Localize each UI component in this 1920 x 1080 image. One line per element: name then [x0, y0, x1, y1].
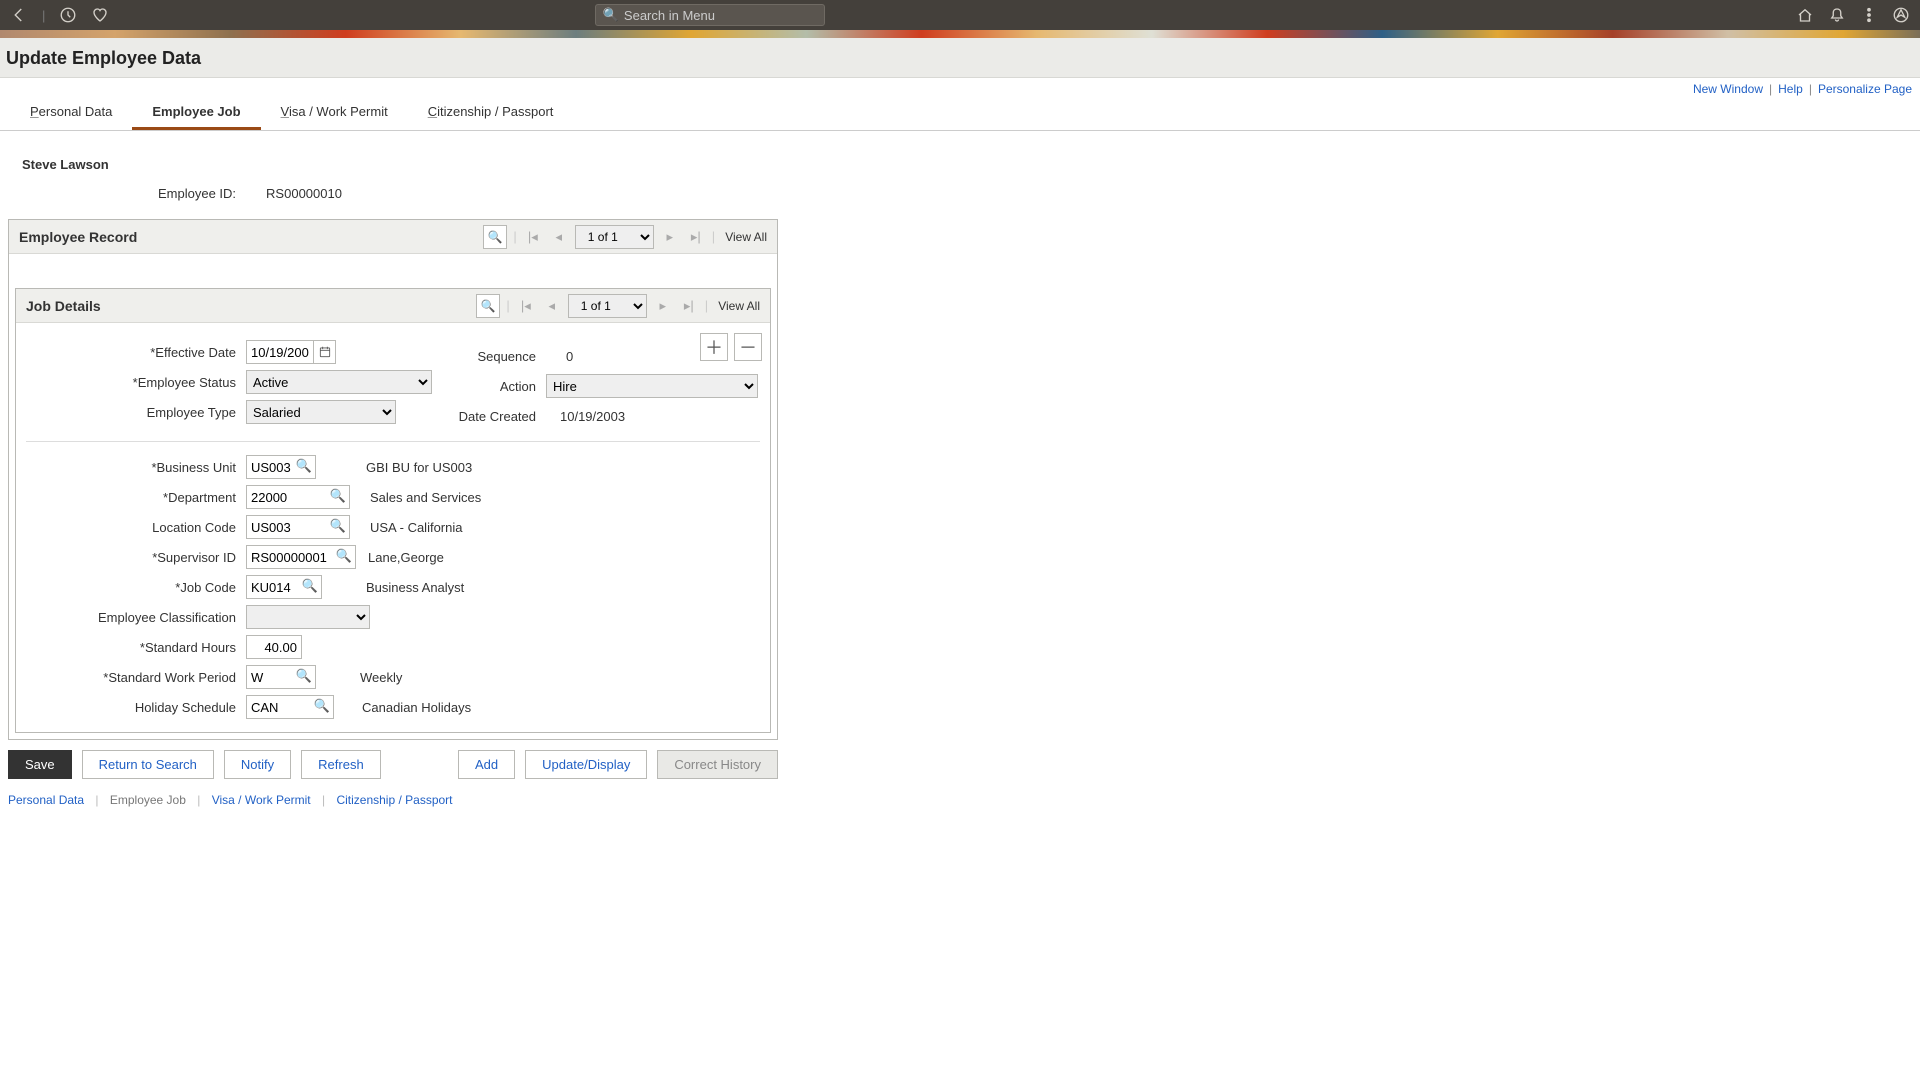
add-row-button[interactable]: ＋: [700, 333, 728, 361]
notifications-icon[interactable]: [1828, 6, 1846, 24]
record-pager[interactable]: 1 of 1: [575, 225, 654, 249]
refresh-button[interactable]: Refresh: [301, 750, 381, 779]
job-details-panel: Job Details 🔍 | |◂ ◂ 1 of 1 ▸ ▸| | View …: [15, 288, 771, 733]
personal-data-link[interactable]: Personal Data: [8, 793, 84, 807]
employee-job-link-current: Employee Job: [110, 793, 186, 807]
employee-type-label: Employee Type: [26, 405, 246, 420]
employee-id-label: Employee ID:: [158, 186, 236, 201]
visa-work-permit-link[interactable]: Visa / Work Permit: [212, 793, 311, 807]
employee-record-title: Employee Record: [19, 229, 483, 245]
help-link[interactable]: Help: [1778, 82, 1803, 96]
effective-date-label: *Effective Date: [26, 345, 246, 360]
correct-history-button: Correct History: [657, 750, 778, 779]
action-select[interactable]: Hire: [546, 374, 758, 398]
department-label: *Department: [26, 490, 246, 505]
new-window-link[interactable]: New Window: [1693, 82, 1763, 96]
find-button-inner[interactable]: 🔍: [476, 294, 500, 318]
notify-button[interactable]: Notify: [224, 750, 291, 779]
sequence-label: Sequence: [446, 349, 546, 364]
content-area: Steve Lawson Employee ID: RS00000010 Emp…: [0, 131, 1920, 815]
last-row-icon[interactable]: ▸|: [686, 227, 706, 247]
navbar-icon[interactable]: [1892, 6, 1910, 24]
employee-status-label: *Employee Status: [26, 375, 246, 390]
menu-search: 🔍: [595, 4, 825, 26]
page-title: Update Employee Data: [6, 48, 1914, 69]
standard-hours-input[interactable]: [246, 635, 302, 659]
decorative-stripe: [0, 30, 1920, 38]
employee-id-value: RS00000010: [266, 186, 342, 201]
save-button[interactable]: Save: [8, 750, 72, 779]
business-unit-label: *Business Unit: [26, 460, 246, 475]
details-pager[interactable]: 1 of 1: [568, 294, 647, 318]
employee-name: Steve Lawson: [22, 157, 1912, 172]
recent-icon[interactable]: [59, 6, 77, 24]
next-row-icon-inner[interactable]: ▸: [653, 296, 673, 316]
update-display-button[interactable]: Update/Display: [525, 750, 647, 779]
lookup-icon[interactable]: 🔍: [330, 518, 346, 534]
sequence-value: 0: [566, 349, 573, 364]
job-code-label: *Job Code: [26, 580, 246, 595]
divider: |: [42, 8, 45, 23]
search-input[interactable]: [595, 4, 825, 26]
lookup-icon[interactable]: 🔍: [330, 488, 346, 504]
page-tabs: Personal Data Employee Job Visa / Work P…: [0, 94, 1920, 131]
tab-visa-work-permit[interactable]: Visa / Work Permit: [261, 94, 408, 130]
employee-classification-label: Employee Classification: [26, 610, 246, 625]
date-created-label: Date Created: [446, 409, 546, 424]
next-row-icon[interactable]: ▸: [660, 227, 680, 247]
effective-date-input[interactable]: [246, 340, 314, 364]
page-title-bar: Update Employee Data: [0, 38, 1920, 78]
action-label: Action: [446, 379, 546, 394]
first-row-icon-inner[interactable]: |◂: [516, 296, 536, 316]
find-button[interactable]: 🔍: [483, 225, 507, 249]
standard-work-period-label: *Standard Work Period: [26, 670, 246, 685]
employee-record-panel: Employee Record 🔍 | |◂ ◂ 1 of 1 ▸ ▸| | V…: [8, 219, 778, 740]
add-button[interactable]: Add: [458, 750, 515, 779]
date-created-value: 10/19/2003: [560, 409, 625, 424]
top-bar: | 🔍: [0, 0, 1920, 30]
job-code-desc: Business Analyst: [366, 580, 464, 595]
bottom-tab-links: Personal Data | Employee Job | Visa / Wo…: [8, 793, 1912, 807]
employee-type-select[interactable]: Salaried: [246, 400, 396, 424]
standard-hours-label: *Standard Hours: [26, 640, 246, 655]
back-icon[interactable]: [10, 6, 28, 24]
holiday-schedule-desc: Canadian Holidays: [362, 700, 471, 715]
tab-personal-data[interactable]: Personal Data: [10, 94, 132, 130]
lookup-icon[interactable]: 🔍: [302, 578, 318, 594]
job-details-title: Job Details: [26, 298, 476, 314]
employee-classification-select[interactable]: [246, 605, 370, 629]
holiday-schedule-label: Holiday Schedule: [26, 700, 246, 715]
view-all-link[interactable]: View All: [725, 230, 767, 244]
department-desc: Sales and Services: [370, 490, 481, 505]
return-to-search-button[interactable]: Return to Search: [82, 750, 214, 779]
view-all-link-inner[interactable]: View All: [718, 299, 760, 313]
action-buttons: Save Return to Search Notify Refresh Add…: [8, 750, 778, 779]
last-row-icon-inner[interactable]: ▸|: [679, 296, 699, 316]
search-icon: 🔍: [603, 7, 619, 23]
lookup-icon[interactable]: 🔍: [296, 458, 312, 474]
location-code-desc: USA - California: [370, 520, 462, 535]
tab-employee-job[interactable]: Employee Job: [132, 94, 260, 130]
first-row-icon[interactable]: |◂: [523, 227, 543, 247]
home-icon[interactable]: [1796, 6, 1814, 24]
supervisor-desc: Lane,George: [368, 550, 444, 565]
actions-icon[interactable]: [1860, 6, 1878, 24]
prev-row-icon-inner[interactable]: ◂: [542, 296, 562, 316]
personalize-link[interactable]: Personalize Page: [1818, 82, 1912, 96]
citizenship-passport-link[interactable]: Citizenship / Passport: [336, 793, 452, 807]
lookup-icon[interactable]: 🔍: [296, 668, 312, 684]
location-code-label: Location Code: [26, 520, 246, 535]
favorite-icon[interactable]: [91, 6, 109, 24]
standard-work-period-desc: Weekly: [360, 670, 402, 685]
lookup-icon[interactable]: 🔍: [314, 698, 330, 714]
supervisor-id-label: *Supervisor ID: [26, 550, 246, 565]
business-unit-desc: GBI BU for US003: [366, 460, 472, 475]
tab-citizenship-passport[interactable]: Citizenship / Passport: [408, 94, 574, 130]
calendar-icon[interactable]: [314, 340, 336, 364]
lookup-icon[interactable]: 🔍: [336, 548, 352, 564]
prev-row-icon[interactable]: ◂: [549, 227, 569, 247]
delete-row-button[interactable]: －: [734, 333, 762, 361]
employee-status-select[interactable]: Active: [246, 370, 432, 394]
